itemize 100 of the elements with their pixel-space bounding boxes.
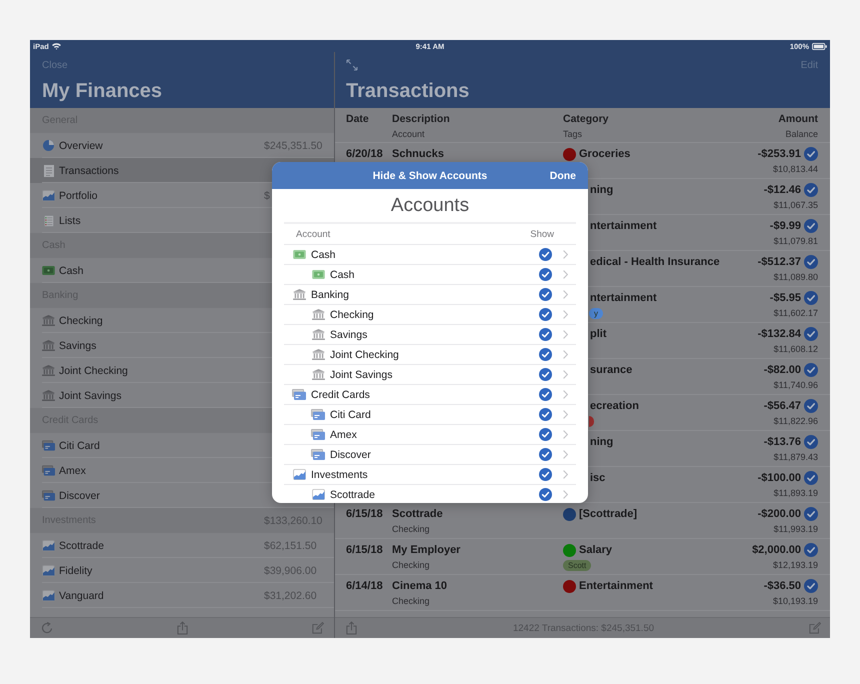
check-circle-icon[interactable]	[539, 248, 552, 261]
check-circle-icon[interactable]	[539, 288, 552, 301]
date-text: 6/20/18	[346, 147, 383, 162]
check-circle-icon[interactable]	[539, 388, 552, 401]
credit-card-icon	[42, 465, 55, 476]
account-row[interactable]: Scottrade	[284, 484, 576, 503]
account-text: Checking	[392, 523, 430, 536]
check-circle-icon[interactable]	[539, 328, 552, 341]
banknote-icon	[312, 270, 324, 279]
column-header: Description	[392, 112, 450, 127]
page-title: Transactions	[346, 79, 470, 104]
account-row[interactable]: Citi Card	[284, 404, 576, 424]
description-text: Scottrade	[392, 507, 443, 522]
amount-text: -$512.37	[758, 255, 801, 270]
check-circle-icon[interactable]	[539, 488, 552, 501]
check-circle-icon[interactable]	[539, 408, 552, 421]
document-icon	[44, 164, 54, 176]
bank-building-icon	[42, 390, 55, 401]
category-text: ntertainment	[590, 219, 657, 234]
account-row[interactable]: Amex	[284, 424, 576, 444]
account-text: Checking	[392, 595, 430, 608]
column-subheader: Account	[392, 128, 425, 141]
page-title: My Finances	[42, 79, 162, 104]
account-row[interactable]: Joint Checking	[284, 344, 576, 364]
bank-building-icon	[312, 349, 324, 360]
column-header: Amount	[778, 112, 818, 127]
account-text: Checking	[392, 559, 430, 572]
tag-chip: y	[589, 308, 603, 319]
credit-card-icon	[311, 429, 325, 440]
wifi-icon	[52, 42, 61, 50]
category-text: edical - Health Insurance	[590, 255, 720, 270]
chevron-icon	[563, 410, 568, 419]
account-row[interactable]: Investments	[284, 464, 576, 484]
category-text: plit	[590, 327, 606, 342]
balance-text: $11,079.81	[774, 235, 818, 248]
category-text: ecreation	[590, 399, 639, 414]
account-row[interactable]: Cash	[284, 244, 576, 264]
check-circle-icon[interactable]	[539, 268, 552, 281]
area-chart-icon	[292, 469, 306, 480]
check-circle-icon[interactable]	[539, 448, 552, 461]
check-circle-icon[interactable]	[539, 468, 552, 481]
category-text: ntertainment	[590, 291, 657, 306]
done-button[interactable]: Done	[550, 170, 576, 182]
amount-text: -$12.46	[764, 183, 801, 198]
check-circle-icon[interactable]	[539, 348, 552, 361]
chevron-icon	[563, 490, 568, 499]
amount-text: -$56.47	[764, 399, 801, 414]
chevron-icon	[563, 370, 568, 379]
check-circle-icon[interactable]	[539, 308, 552, 321]
balance-text: $11,740.96	[774, 379, 818, 392]
column-header: Show	[530, 228, 554, 240]
credit-card-icon	[311, 409, 325, 420]
check-circle-icon[interactable]	[539, 428, 552, 441]
chevron-icon	[563, 390, 568, 399]
account-row[interactable]: Credit Cards	[284, 384, 576, 404]
column-header: Date	[346, 112, 369, 127]
description-text: Schnucks	[392, 147, 444, 162]
amount-text: -$132.84	[758, 327, 801, 342]
banknote-icon	[42, 266, 55, 275]
credit-card-icon	[42, 440, 55, 451]
chevron-icon	[563, 470, 568, 479]
amount-text: -$253.91	[758, 147, 801, 162]
expand-icon[interactable]	[346, 59, 358, 71]
banknote-icon	[292, 250, 306, 259]
date-text: 6/15/18	[346, 543, 383, 558]
column-subheader: Tags	[563, 128, 582, 141]
chevron-icon	[563, 430, 568, 439]
area-chart-icon	[42, 190, 55, 201]
account-row[interactable]: Joint Savings	[284, 364, 576, 384]
date-text: 6/14/18	[346, 579, 383, 594]
chevron-icon	[563, 330, 568, 339]
account-row[interactable]: Discover	[284, 444, 576, 464]
balance-text: $11,608.12	[774, 343, 818, 356]
chevron-icon	[563, 310, 568, 319]
bank-building-icon	[292, 289, 306, 300]
category-text: ning	[590, 435, 614, 450]
account-row[interactable]: Banking	[284, 284, 576, 304]
check-circle-icon[interactable]	[539, 368, 552, 381]
chevron-icon	[563, 350, 568, 359]
category-text: Salary	[579, 543, 612, 558]
account-row[interactable]: Checking	[284, 304, 576, 324]
bank-building-icon	[42, 315, 55, 326]
bank-building-icon	[42, 340, 55, 351]
account-row[interactable]: Cash	[284, 264, 576, 284]
account-row[interactable]: Savings	[284, 324, 576, 344]
bank-building-icon	[312, 329, 324, 340]
account-balance: $	[264, 190, 271, 202]
area-chart-icon	[42, 540, 55, 551]
chevron-icon	[563, 290, 568, 299]
date-text: 6/15/18	[346, 507, 383, 522]
category-text: ning	[590, 183, 614, 198]
category-text: Groceries	[579, 147, 630, 162]
balance-text: $11,993.19	[774, 523, 818, 536]
amount-text: $2,000.00	[752, 543, 801, 558]
balance-text: $11,089.80	[774, 271, 818, 284]
amount-text: -$9.99	[770, 219, 801, 234]
amount-text: -$100.00	[758, 471, 801, 486]
battery-icon	[812, 42, 827, 50]
category-text: Entertainment	[579, 579, 653, 594]
balance-text: $11,822.96	[774, 415, 818, 428]
